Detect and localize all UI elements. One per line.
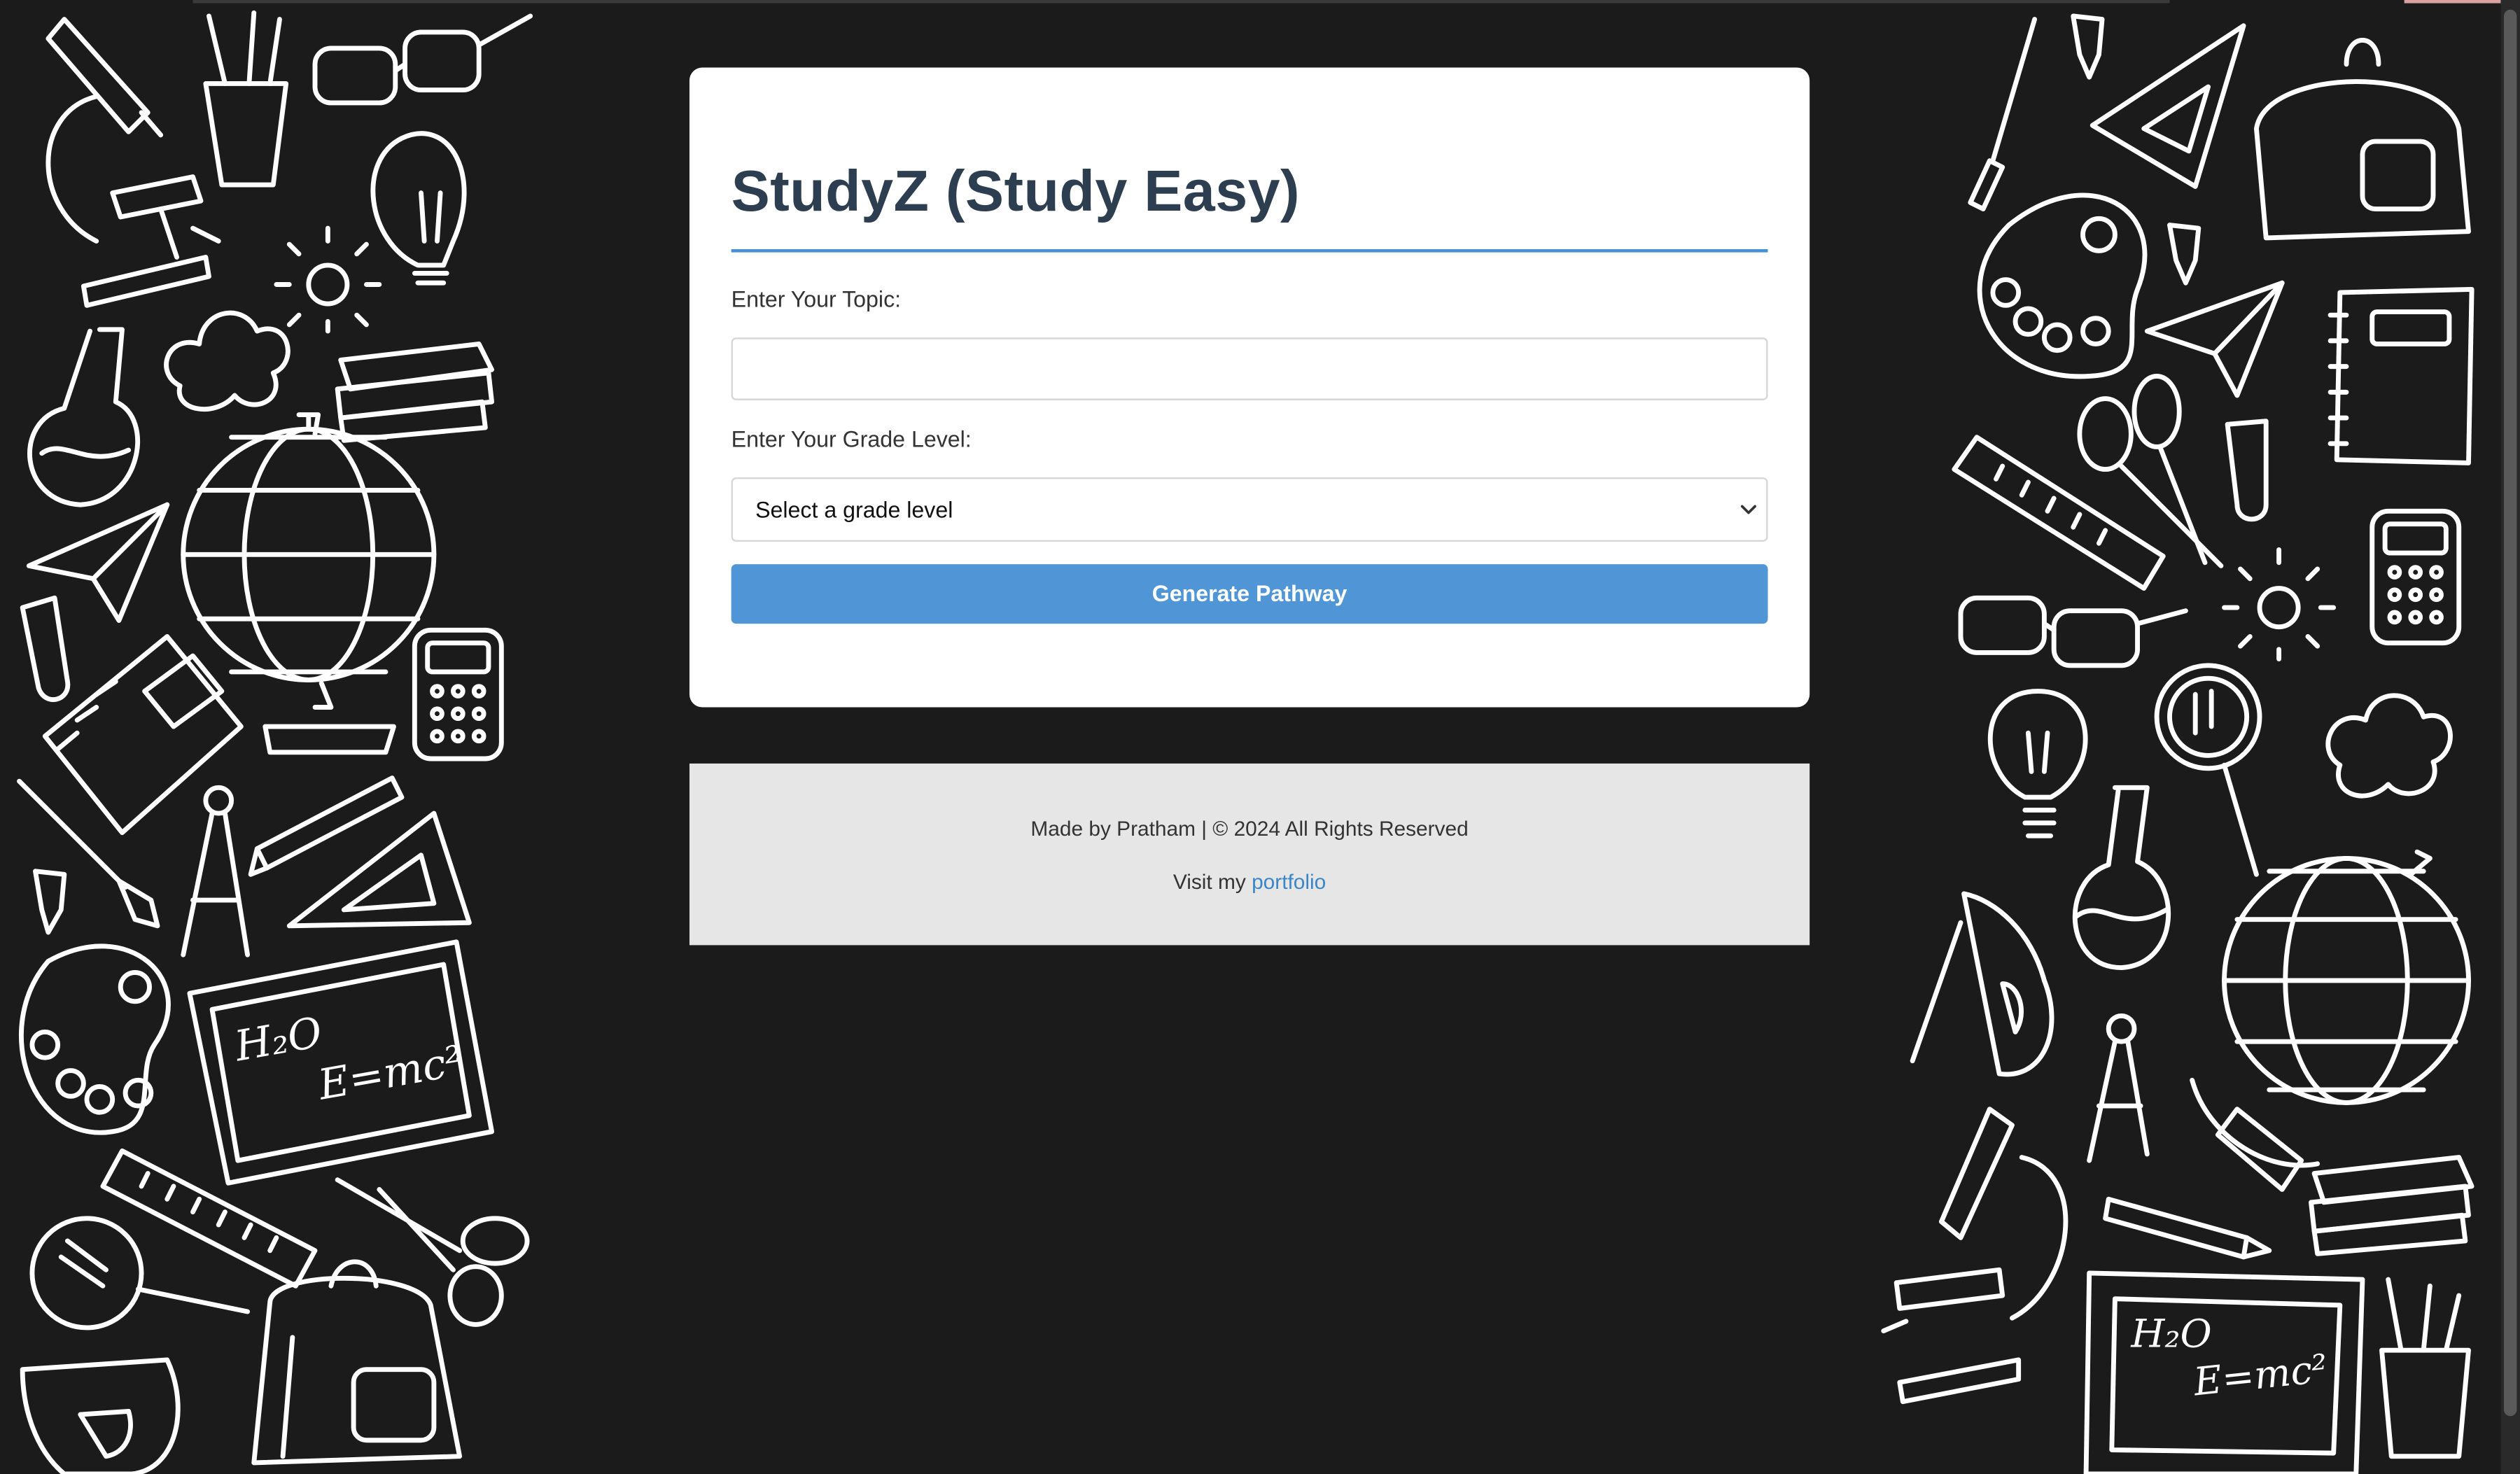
pushpin-icon xyxy=(2167,223,2202,286)
books-icon xyxy=(335,342,494,443)
grade-level-selected-value: Select a grade level xyxy=(755,496,953,523)
calculator-icon xyxy=(2370,508,2462,646)
pencil-icon xyxy=(248,775,405,877)
topic-input[interactable] xyxy=(731,337,1768,400)
page-scrollbar[interactable] xyxy=(2500,0,2520,1474)
books-icon xyxy=(2309,1155,2474,1256)
ruler-icon xyxy=(1952,435,2166,591)
glasses-icon xyxy=(312,13,533,106)
page-title: StudyZ (Study Easy) xyxy=(731,157,1301,224)
sun-icon xyxy=(2222,547,2337,662)
flask-icon xyxy=(27,327,140,507)
school-doodles-right: H₂O E=mc² xyxy=(1881,13,2474,1474)
notebook-icon xyxy=(2328,286,2474,465)
pushpin-icon xyxy=(33,869,67,935)
left-doodle-background: H₂O E=mc² xyxy=(0,0,547,1474)
footer: Made by Pratham | © 2024 All Rights Rese… xyxy=(689,763,1810,946)
paper-plane-icon xyxy=(26,502,170,623)
scrollbar-thumb[interactable] xyxy=(2504,9,2517,1417)
set-square-icon xyxy=(286,810,472,929)
light-bulb-icon xyxy=(370,131,467,286)
magnifier-icon xyxy=(29,1216,251,1331)
pencil-cup-icon xyxy=(203,10,289,188)
pencil-icon xyxy=(2103,1196,2272,1260)
cloud-icon xyxy=(164,310,290,412)
right-doodle-background: H₂O E=mc² xyxy=(1864,0,2499,1474)
topic-label: Enter Your Topic: xyxy=(731,286,902,312)
sun-icon xyxy=(274,225,382,334)
page: H₂O E=mc² H₂O E=mc² StudyZ (Study Easy) … xyxy=(0,0,2520,1474)
glasses-icon xyxy=(1958,595,2188,668)
backpack-icon xyxy=(2253,38,2471,241)
set-square-icon xyxy=(2090,23,2246,189)
test-tube-icon xyxy=(2225,419,2269,522)
notebook-icon xyxy=(42,634,244,836)
compass-tool-icon xyxy=(2087,1013,2150,1163)
protractor-icon xyxy=(1910,891,2054,1077)
pencil-cup-icon xyxy=(2379,1277,2471,1459)
palette-icon xyxy=(18,943,171,1135)
pathway-form-card: StudyZ (Study Easy) Enter Your Topic: En… xyxy=(689,67,1810,708)
title-divider xyxy=(731,248,1768,253)
chalkboard-icon: H₂O E=mc² xyxy=(187,939,494,1186)
pushpin-icon xyxy=(2071,13,2105,80)
test-tube-icon xyxy=(20,595,71,702)
paintbrush-icon xyxy=(1968,17,2038,212)
chevron-down-icon xyxy=(1740,505,1756,514)
globe-icon xyxy=(2190,849,2471,1192)
calculator-icon xyxy=(412,627,504,761)
scissors-icon xyxy=(335,1177,530,1327)
microscope-icon xyxy=(46,17,221,308)
compass-tool-icon xyxy=(181,785,251,957)
protractor-icon xyxy=(20,1357,181,1474)
footer-credit: Made by Pratham | © 2024 All Rights Rese… xyxy=(1030,816,1469,841)
backpack-icon xyxy=(251,1259,463,1466)
cloud-icon xyxy=(2325,693,2453,799)
microscope-icon xyxy=(1881,1107,2068,1405)
light-bulb-icon xyxy=(1987,689,2088,838)
svg-text:E=mc²: E=mc² xyxy=(314,1037,466,1110)
palette-icon xyxy=(1977,192,2148,379)
grade-label: Enter Your Grade Level: xyxy=(731,426,972,452)
footer-visit-line: Visit my portfolio xyxy=(690,869,1809,893)
footer-visit-prefix: Visit my xyxy=(1172,869,1252,894)
chalkboard-icon: H₂O E=mc² xyxy=(2083,1270,2365,1474)
flask-icon xyxy=(2072,785,2171,970)
grade-level-select[interactable]: Select a grade level xyxy=(731,477,1768,542)
school-doodles-left: H₂O E=mc² xyxy=(17,10,533,1474)
svg-text:H₂O: H₂O xyxy=(2130,1312,2211,1356)
magnifier-icon xyxy=(2154,663,2262,877)
svg-text:H₂O: H₂O xyxy=(230,1009,326,1072)
portfolio-link[interactable]: portfolio xyxy=(1252,869,1326,893)
generate-pathway-button[interactable]: Generate Pathway xyxy=(731,564,1768,624)
